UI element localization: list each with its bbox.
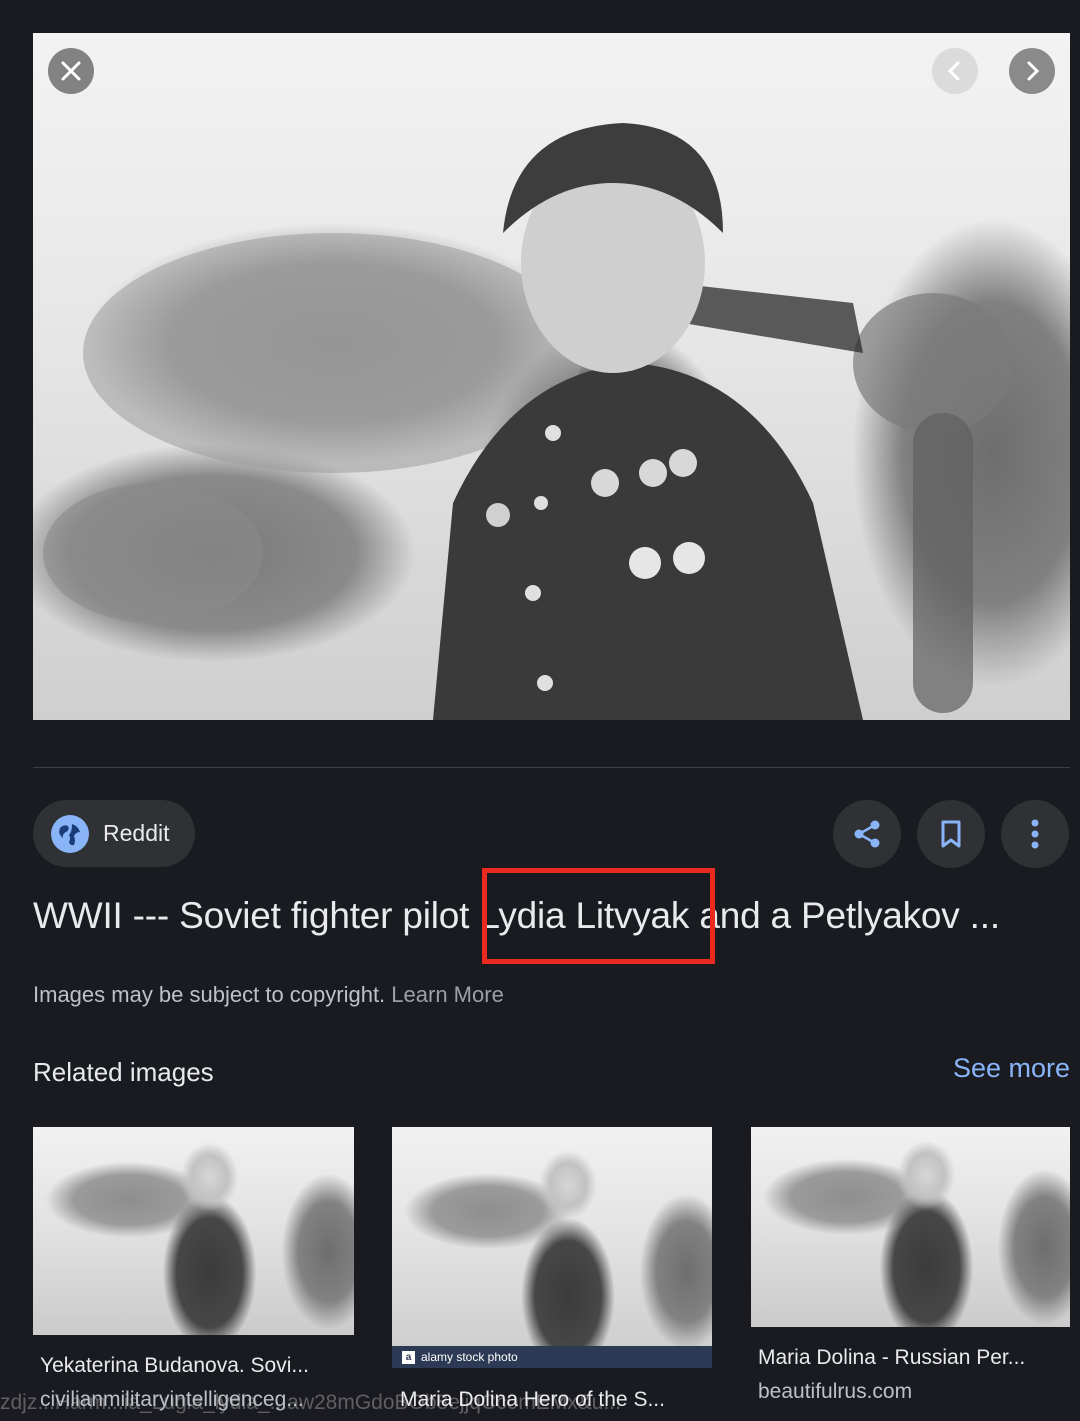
learn-more-link[interactable]: Learn More	[391, 982, 504, 1007]
thumbnail-image	[33, 1127, 354, 1335]
copyright-text: Images may be subject to copyright.	[33, 982, 386, 1007]
share-icon	[854, 820, 880, 848]
more-options-button[interactable]	[1001, 800, 1069, 868]
close-button[interactable]	[48, 48, 94, 94]
highlight-box	[482, 868, 715, 964]
bookmark-icon	[941, 820, 961, 848]
chevron-left-icon	[947, 61, 960, 81]
related-images-heading: Related images	[33, 1057, 214, 1087]
source-chip[interactable]: Reddit	[33, 800, 195, 867]
share-button[interactable]	[833, 800, 901, 868]
source-label: Reddit	[103, 820, 170, 846]
next-image-button[interactable]	[1009, 48, 1055, 94]
title-after: and a Petlyakov ...	[689, 895, 1000, 936]
globe-icon	[51, 814, 89, 853]
related-thumbnail-3[interactable]	[751, 1127, 1070, 1327]
close-icon	[61, 61, 81, 81]
save-button[interactable]	[917, 800, 985, 868]
title-before: WWII --- Soviet fighter pilot	[33, 895, 480, 936]
related-thumbnail-2[interactable]: a alamy stock photo	[392, 1127, 712, 1368]
alamy-logo-icon: a	[402, 1350, 415, 1364]
main-image[interactable]	[33, 33, 1070, 720]
divider	[33, 767, 1070, 768]
see-more-link[interactable]: See more	[953, 1053, 1070, 1084]
thumbnail-image	[392, 1127, 712, 1368]
watermark-text: alamy stock photo	[421, 1350, 518, 1364]
photo-shapes	[43, 123, 1013, 720]
related-domain-3: beautifulrus.com	[758, 1380, 913, 1403]
more-vert-icon	[1031, 819, 1039, 849]
watermark-bar: a alamy stock photo	[392, 1346, 712, 1368]
chevron-right-icon	[1027, 61, 1040, 81]
previous-image-button[interactable]	[932, 48, 978, 94]
copyright-notice: Images may be subject to copyright. Lear…	[33, 982, 504, 1008]
related-thumbnail-1[interactable]	[33, 1127, 354, 1335]
related-caption-3[interactable]: Maria Dolina - Russian Per...	[758, 1346, 1025, 1370]
related-caption-2[interactable]: Maria Dolina Hero of the S...	[400, 1388, 665, 1412]
related-domain-1: civilianmilitaryintelligenceg...	[40, 1388, 304, 1411]
related-caption-1[interactable]: Yekaterina Budanova. Sovi...	[40, 1354, 309, 1378]
thumbnail-image	[751, 1127, 1070, 1327]
